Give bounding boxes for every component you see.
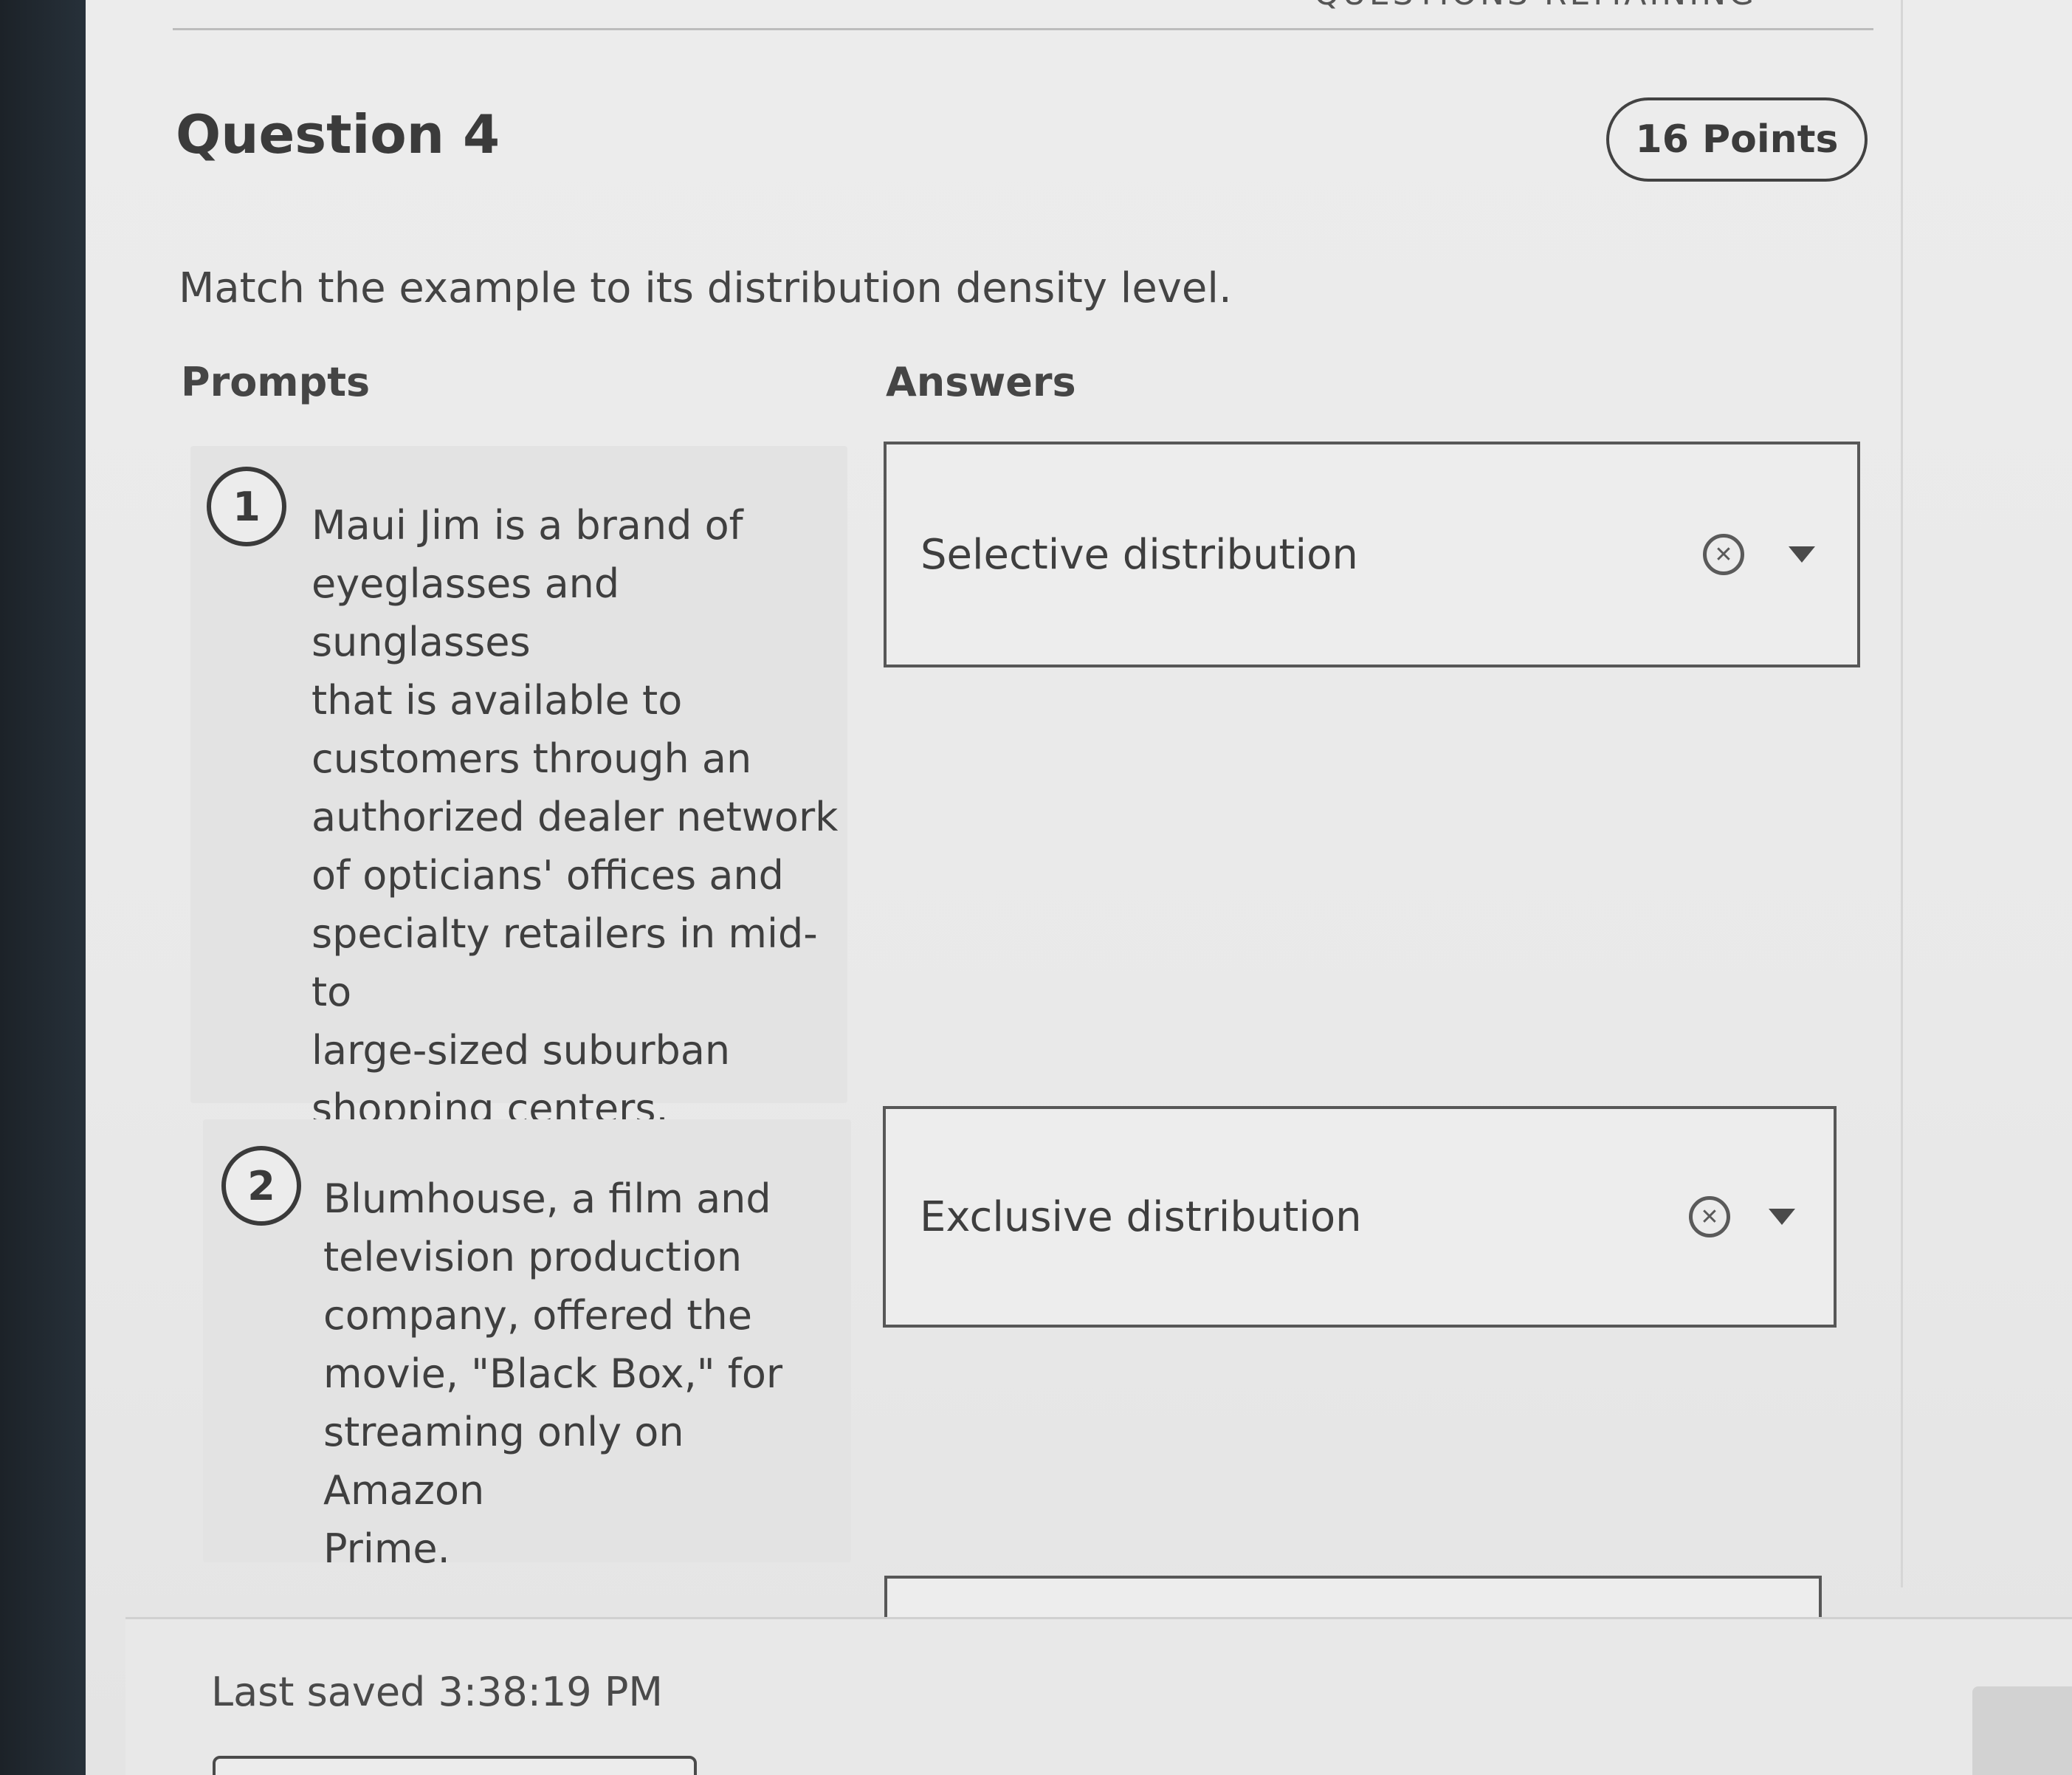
card-edge [1901,0,1903,1587]
question-instruction: Match the example to its distribution de… [179,264,1232,312]
answers-heading: Answers [886,359,1076,405]
points-badge: 16 Points [1606,97,1868,182]
prompt-number-badge: 2 [221,1146,301,1226]
chevron-down-icon[interactable] [1789,546,1815,563]
answer-selected-value: Exclusive distribution [920,1192,1362,1241]
footer-button[interactable] [213,1756,697,1775]
answer-selected-value: Selective distribution [920,530,1358,579]
prompts-heading: Prompts [181,359,371,405]
prompt-number-badge: 1 [207,467,286,546]
question-title: Question 4 [176,103,500,165]
questions-remaining-label: QUESTIONS REMAINING [1314,0,1757,13]
prompt-text: Maui Jim is a brand of eyeglasses and su… [312,502,839,1132]
screen: QUESTIONS REMAINING Question 4 16 Points… [0,0,2072,1775]
clear-icon[interactable]: ✕ [1689,1196,1730,1237]
chevron-down-icon[interactable] [1769,1209,1795,1225]
clear-icon[interactable]: ✕ [1703,534,1744,575]
answer-select[interactable]: Selective distribution ✕ [884,442,1860,667]
divider [173,28,1873,30]
answer-select[interactable] [884,1576,1822,1620]
answer-select[interactable]: Exclusive distribution ✕ [883,1106,1837,1328]
prompt-text: Blumhouse, a film and television product… [323,1175,783,1572]
footer-corner-button[interactable] [1972,1686,2072,1775]
last-saved-status: Last saved 3:38:19 PM [211,1669,663,1715]
